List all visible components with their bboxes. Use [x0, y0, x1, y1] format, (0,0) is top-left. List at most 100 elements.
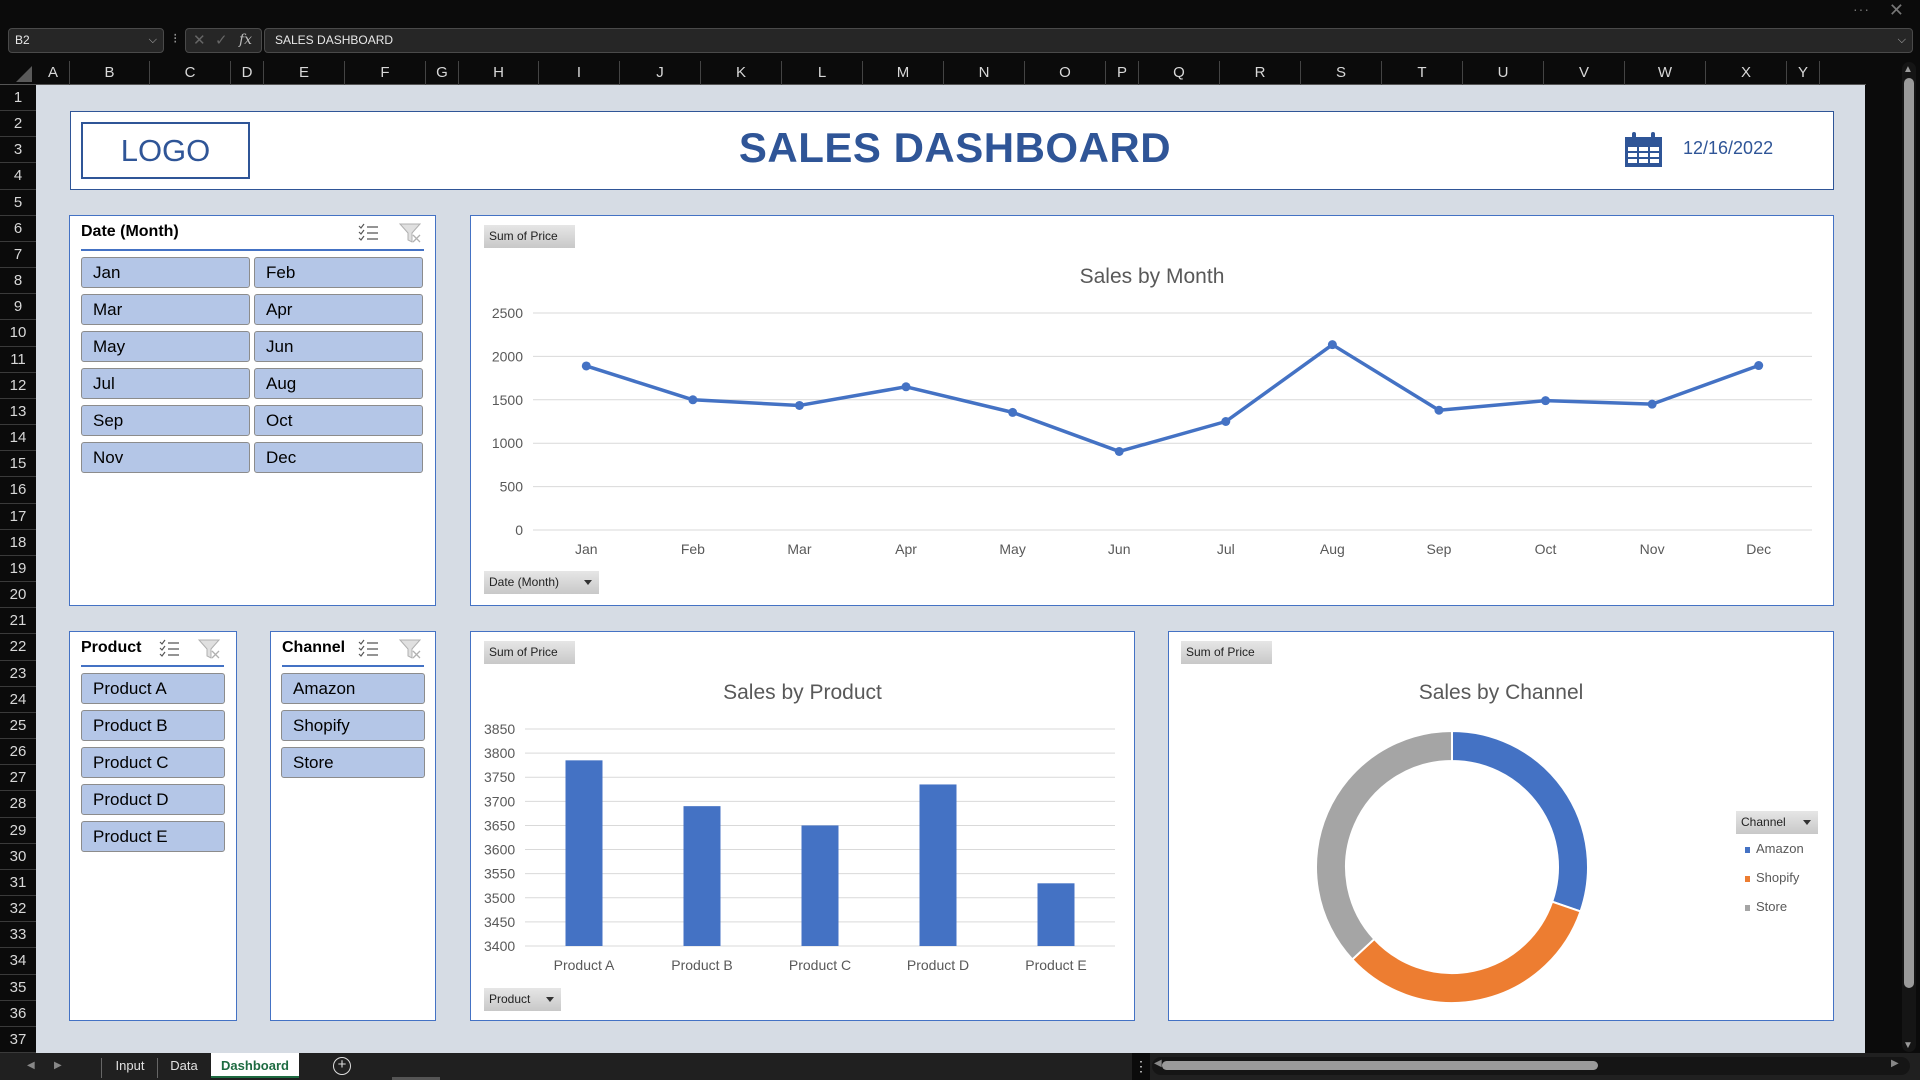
data-point-aug[interactable] [1327, 340, 1337, 350]
slicer-item-oct[interactable]: Oct [254, 405, 423, 436]
row-header-12[interactable]: 12 [0, 373, 36, 399]
row-header-3[interactable]: 3 [0, 137, 36, 164]
close-icon[interactable]: ✕ [1889, 0, 1904, 21]
row-header-26[interactable]: 26 [0, 739, 36, 766]
row-header-8[interactable]: 8 [0, 268, 36, 295]
multi-select-icon[interactable] [158, 638, 182, 660]
column-header-b[interactable]: B [70, 61, 150, 85]
data-point-sep[interactable] [1434, 405, 1444, 415]
legend-item-amazon[interactable]: Amazon [1745, 841, 1804, 856]
row-header-36[interactable]: 36 [0, 1001, 36, 1027]
column-header-p[interactable]: P [1106, 61, 1139, 85]
row-header-17[interactable]: 17 [0, 504, 36, 530]
chevron-down-icon[interactable]: ⌵ [149, 29, 157, 52]
column-header-r[interactable]: R [1220, 61, 1301, 85]
row-header-1[interactable]: 1 [0, 85, 36, 112]
slice-shopify[interactable] [1350, 900, 1582, 1004]
row-header-34[interactable]: 34 [0, 948, 36, 975]
slicer-item-sep[interactable]: Sep [81, 405, 250, 436]
column-header-e[interactable]: E [264, 61, 345, 85]
add-sheet-icon[interactable]: + [333, 1057, 351, 1075]
row-header-18[interactable]: 18 [0, 530, 36, 556]
scroll-left-icon[interactable]: ◀ [1154, 1058, 1162, 1069]
slicer-item-may[interactable]: May [81, 331, 250, 362]
slicer-item-jan[interactable]: Jan [81, 257, 250, 288]
slicer-item-product-e[interactable]: Product E [81, 821, 225, 852]
data-point-dec[interactable] [1754, 361, 1764, 371]
row-header-14[interactable]: 14 [0, 425, 36, 452]
slicer-item-aug[interactable]: Aug [254, 368, 423, 399]
slicer-item-shopify[interactable]: Shopify [281, 710, 425, 741]
row-header-6[interactable]: 6 [0, 216, 36, 242]
tab-input[interactable]: Input [103, 1053, 157, 1078]
column-header-l[interactable]: L [782, 61, 863, 85]
data-point-may[interactable] [1008, 407, 1018, 417]
column-header-m[interactable]: M [863, 61, 944, 85]
slicer-item-mar[interactable]: Mar [81, 294, 250, 325]
data-point-nov[interactable] [1647, 399, 1657, 409]
row-header-15[interactable]: 15 [0, 451, 36, 478]
legend-field-button[interactable]: Channel [1736, 811, 1818, 834]
column-header-d[interactable]: D [231, 61, 264, 85]
tab-data[interactable]: Data [159, 1053, 209, 1078]
prev-sheet-icon[interactable]: ◀ [27, 1053, 35, 1079]
row-header-32[interactable]: 32 [0, 896, 36, 923]
slicer-item-jun[interactable]: Jun [254, 331, 423, 362]
slicer-item-feb[interactable]: Feb [254, 257, 423, 288]
column-header-o[interactable]: O [1025, 61, 1106, 85]
bar-product-b[interactable] [683, 806, 721, 946]
row-header-4[interactable]: 4 [0, 163, 36, 190]
insert-function-icon[interactable]: fx [239, 29, 252, 52]
formula-input[interactable]: SALES DASHBOARD ⌵ [264, 28, 1913, 53]
formula-bar-grip-icon[interactable]: ⁝ [173, 30, 177, 47]
slicer-item-nov[interactable]: Nov [81, 442, 250, 473]
data-point-mar[interactable] [794, 400, 804, 410]
slicer-item-product-b[interactable]: Product B [81, 710, 225, 741]
row-header-29[interactable]: 29 [0, 818, 36, 844]
scroll-right-icon[interactable]: ▶ [1891, 1058, 1899, 1069]
data-point-jul[interactable] [1221, 417, 1231, 426]
column-header-i[interactable]: I [539, 61, 620, 85]
data-point-jan[interactable] [581, 361, 591, 371]
multi-select-icon[interactable] [357, 638, 381, 660]
row-header-23[interactable]: 23 [0, 661, 36, 687]
row-header-24[interactable]: 24 [0, 687, 36, 713]
row-header-20[interactable]: 20 [0, 582, 36, 609]
data-point-feb[interactable] [688, 395, 698, 405]
name-box[interactable]: B2 ⌵ [8, 28, 164, 53]
row-header-9[interactable]: 9 [0, 294, 36, 321]
row-header-30[interactable]: 30 [0, 844, 36, 870]
cancel-icon[interactable]: ✕ [193, 29, 206, 52]
legend-item-store[interactable]: Store [1745, 899, 1787, 914]
slicer-item-apr[interactable]: Apr [254, 294, 423, 325]
axis-field-button[interactable]: Date (Month) [484, 571, 599, 594]
tab-dashboard[interactable]: Dashboard [211, 1053, 299, 1078]
row-header-31[interactable]: 31 [0, 870, 36, 897]
row-header-10[interactable]: 10 [0, 320, 36, 347]
column-header-g[interactable]: G [426, 61, 459, 85]
row-header-19[interactable]: 19 [0, 556, 36, 583]
multi-select-icon[interactable] [357, 222, 381, 244]
expand-formula-bar-icon[interactable]: ⌵ [1898, 29, 1906, 52]
slicer-item-dec[interactable]: Dec [254, 442, 423, 473]
row-header-2[interactable]: 2 [0, 111, 36, 138]
slicer-item-amazon[interactable]: Amazon [281, 673, 425, 704]
select-all-button[interactable] [0, 61, 36, 85]
column-header-q[interactable]: Q [1139, 61, 1220, 85]
dropdown-arrow-icon[interactable] [584, 580, 592, 585]
row-header-33[interactable]: 33 [0, 922, 36, 949]
data-point-jun[interactable] [1114, 446, 1124, 456]
row-header-27[interactable]: 27 [0, 765, 36, 792]
slicer-item-product-c[interactable]: Product C [81, 747, 225, 778]
slice-amazon[interactable] [1451, 729, 1589, 913]
bar-product-a[interactable] [565, 760, 603, 946]
enter-icon[interactable]: ✓ [215, 29, 228, 52]
row-header-5[interactable]: 5 [0, 190, 36, 216]
scroll-down-icon[interactable]: ▼ [1903, 1040, 1913, 1051]
clear-filter-icon[interactable] [399, 638, 423, 660]
dropdown-arrow-icon[interactable] [546, 997, 554, 1002]
slicer-item-jul[interactable]: Jul [81, 368, 250, 399]
row-header-35[interactable]: 35 [0, 975, 36, 1001]
column-header-h[interactable]: H [459, 61, 539, 85]
slicer-item-product-a[interactable]: Product A [81, 673, 225, 704]
